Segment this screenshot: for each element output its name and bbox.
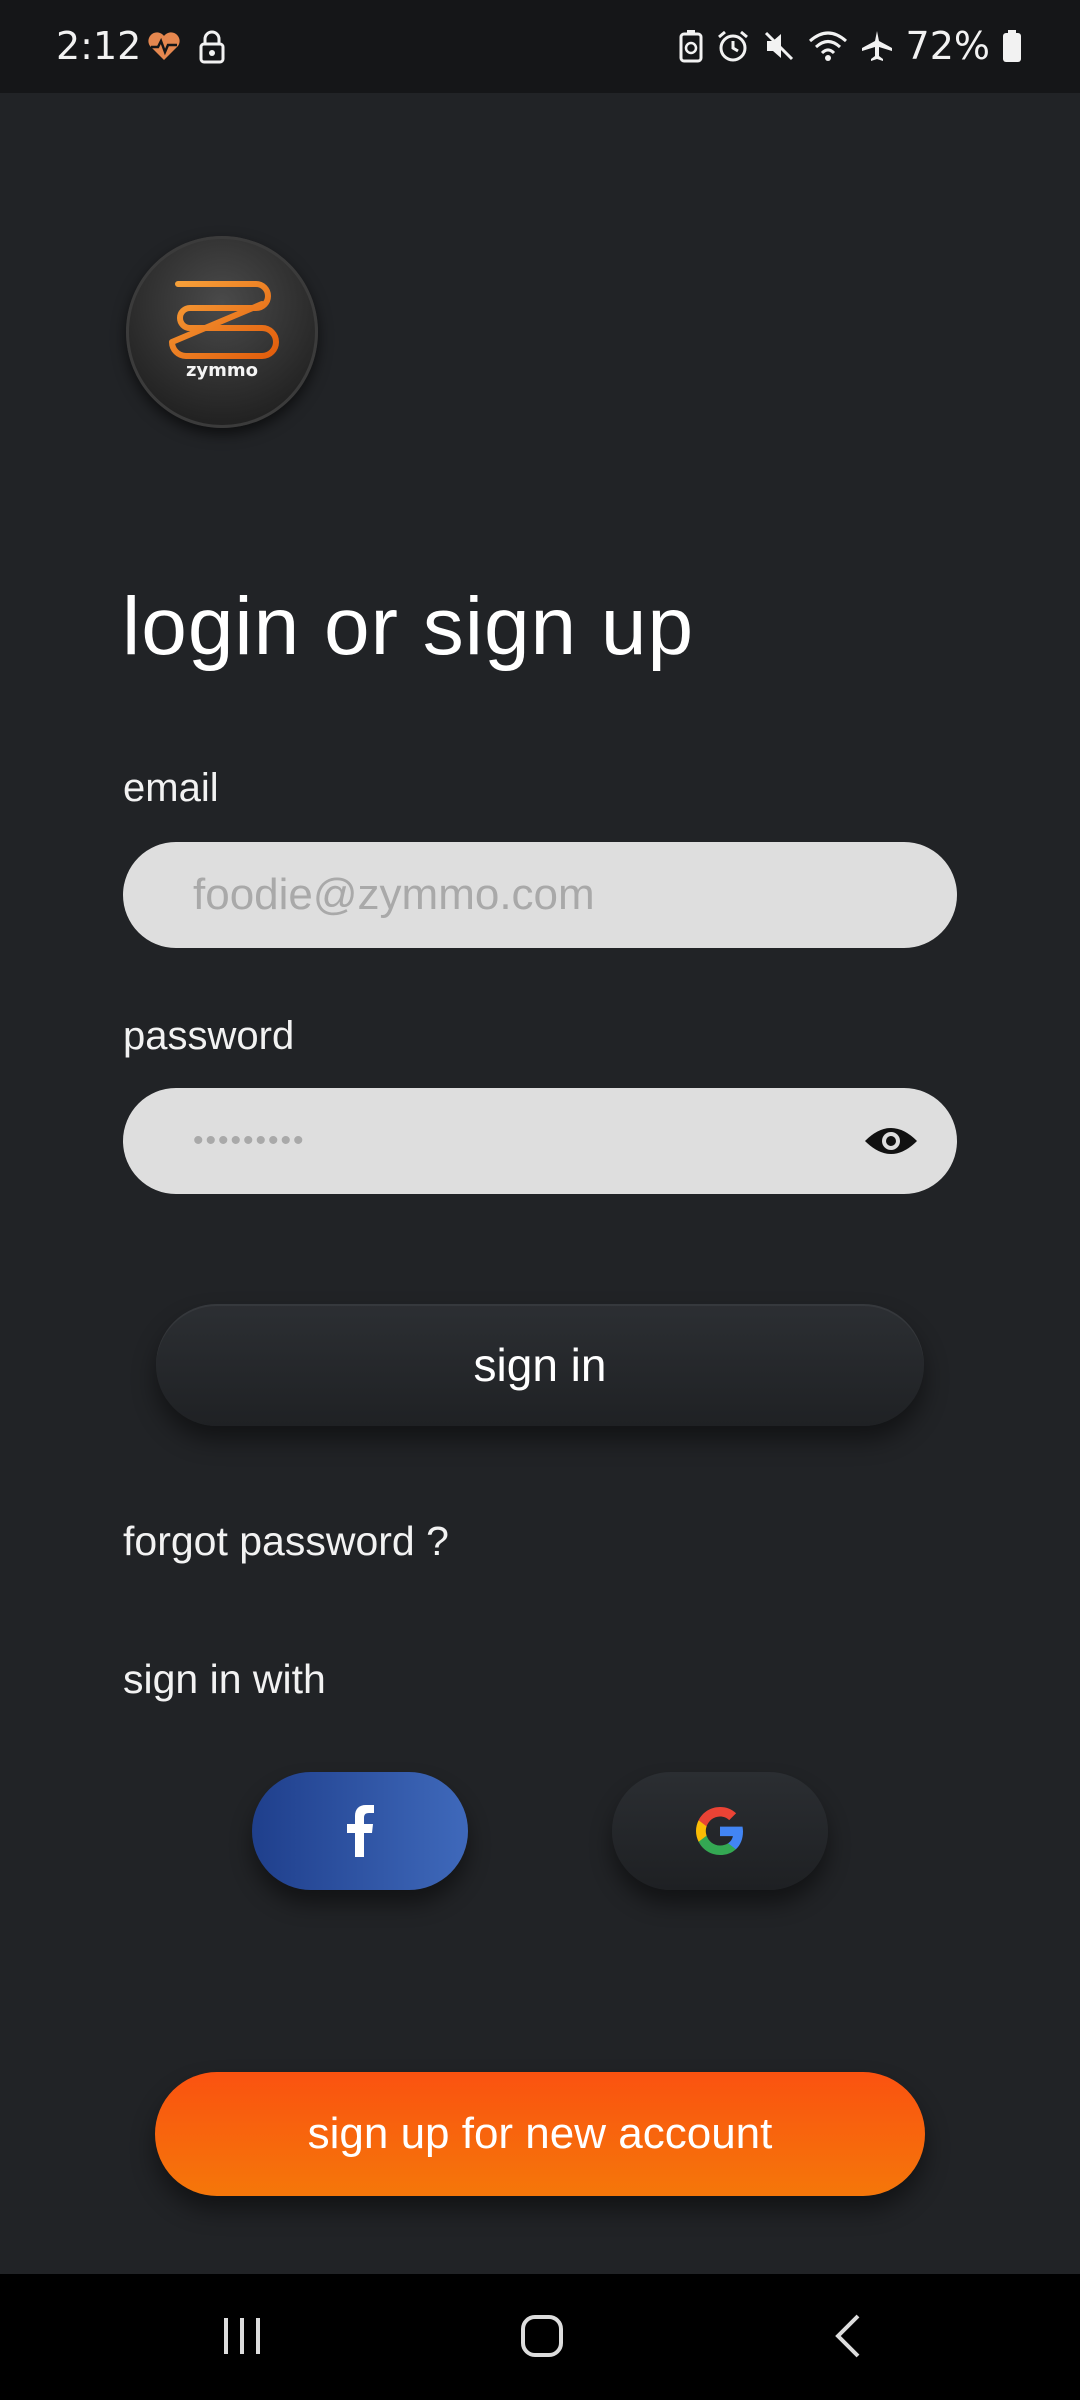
email-field[interactable]: foodie@zymmo.com <box>123 842 957 948</box>
eye-icon[interactable] <box>863 1121 919 1169</box>
battery-icon <box>1002 29 1022 63</box>
battery-percent: 72% <box>905 24 990 68</box>
page-title: login or sign up <box>122 581 695 672</box>
logo-wordmark: zymmo <box>185 360 259 381</box>
wifi-icon <box>808 29 848 63</box>
back-icon[interactable] <box>830 2314 866 2362</box>
recent-apps-icon[interactable] <box>218 2314 266 2362</box>
lock-icon <box>198 30 226 68</box>
mute-icon <box>762 29 796 63</box>
status-bar: 2:12 72% <box>0 0 1080 93</box>
email-placeholder: foodie@zymmo.com <box>193 870 595 919</box>
home-icon[interactable] <box>520 2314 564 2362</box>
alarm-icon <box>716 29 750 63</box>
airplane-icon <box>860 29 894 63</box>
password-label: password <box>123 1014 295 1058</box>
password-field[interactable]: ••••••••• <box>123 1088 957 1194</box>
password-dots: ••••••••• <box>193 1124 306 1157</box>
app-logo: zymmo <box>126 236 318 428</box>
google-icon <box>696 1807 743 1855</box>
facebook-icon <box>347 1805 374 1857</box>
heart-rate-icon <box>146 30 182 68</box>
google-sign-in-button[interactable] <box>612 1772 828 1890</box>
zymmo-logo-mark-icon <box>169 281 279 359</box>
email-label: email <box>123 766 219 810</box>
navigation-bar <box>0 2274 1080 2400</box>
battery-saver-icon <box>678 29 704 63</box>
sign-up-button[interactable]: sign up for new account <box>155 2072 925 2196</box>
forgot-password-link[interactable]: forgot password ? <box>123 1518 449 1565</box>
status-time: 2:12 <box>56 24 142 68</box>
sign-in-button[interactable]: sign in <box>156 1304 924 1426</box>
facebook-sign-in-button[interactable] <box>252 1772 468 1890</box>
sign-in-with-label: sign in with <box>123 1656 326 1702</box>
